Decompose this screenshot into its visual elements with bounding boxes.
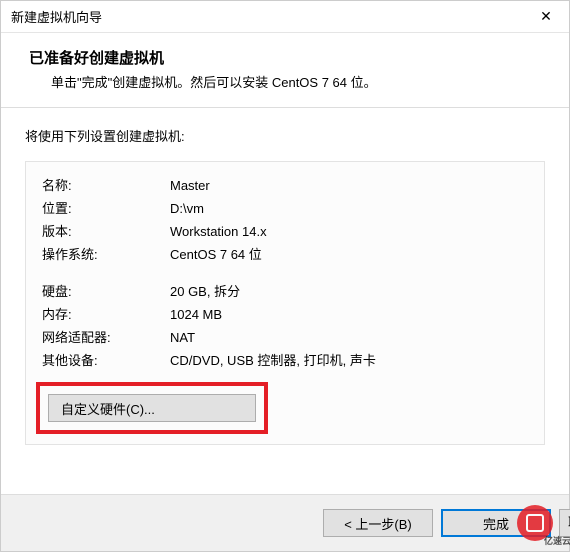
header-section: 已准备好创建虚拟机 单击"完成"创建虚拟机。然后可以安装 CentOS 7 64… <box>1 33 569 107</box>
settings-list-label: 将使用下列设置创建虚拟机: <box>25 126 545 145</box>
content-section: 将使用下列设置创建虚拟机: 名称: Master 位置: D:\vm 版本: W… <box>1 108 569 494</box>
value-os: CentOS 7 64 位 <box>170 245 528 265</box>
value-memory: 1024 MB <box>170 305 528 325</box>
header-title: 已准备好创建虚拟机 <box>29 47 541 68</box>
label-location: 位置: <box>42 199 170 219</box>
row-name: 名称: Master <box>42 176 528 196</box>
header-description: 单击"完成"创建虚拟机。然后可以安装 CentOS 7 64 位。 <box>29 72 541 91</box>
label-disk: 硬盘: <box>42 282 170 302</box>
row-os: 操作系统: CentOS 7 64 位 <box>42 245 528 265</box>
row-version: 版本: Workstation 14.x <box>42 222 528 242</box>
row-other: 其他设备: CD/DVD, USB 控制器, 打印机, 声卡 <box>42 351 528 371</box>
footer: < 上一步(B) 完成 取消 亿速云 <box>1 494 569 551</box>
value-name: Master <box>170 176 528 196</box>
label-network: 网络适配器: <box>42 328 170 348</box>
row-network: 网络适配器: NAT <box>42 328 528 348</box>
window-title: 新建虚拟机向导 <box>11 7 102 26</box>
value-location: D:\vm <box>170 199 528 219</box>
row-location: 位置: D:\vm <box>42 199 528 219</box>
close-icon: ✕ <box>540 8 552 25</box>
label-name: 名称: <box>42 176 170 196</box>
value-disk: 20 GB, 拆分 <box>170 282 528 302</box>
row-disk: 硬盘: 20 GB, 拆分 <box>42 282 528 302</box>
value-version: Workstation 14.x <box>170 222 528 242</box>
label-version: 版本: <box>42 222 170 242</box>
back-button[interactable]: < 上一步(B) <box>323 509 433 537</box>
customize-hardware-button[interactable]: 自定义硬件(C)... <box>48 394 256 422</box>
highlight-annotation: 自定义硬件(C)... <box>36 382 268 434</box>
row-memory: 内存: 1024 MB <box>42 305 528 325</box>
settings-panel: 名称: Master 位置: D:\vm 版本: Workstation 14.… <box>25 161 545 445</box>
finish-button[interactable]: 完成 <box>441 509 551 537</box>
wizard-window: 新建虚拟机向导 ✕ 已准备好创建虚拟机 单击"完成"创建虚拟机。然后可以安装 C… <box>0 0 570 552</box>
label-memory: 内存: <box>42 305 170 325</box>
close-button[interactable]: ✕ <box>523 1 569 33</box>
label-other: 其他设备: <box>42 351 170 371</box>
row-gap <box>42 268 528 282</box>
cancel-button[interactable]: 取消 <box>559 509 570 537</box>
label-os: 操作系统: <box>42 245 170 265</box>
value-network: NAT <box>170 328 528 348</box>
titlebar: 新建虚拟机向导 ✕ <box>1 1 569 33</box>
value-other: CD/DVD, USB 控制器, 打印机, 声卡 <box>170 351 528 371</box>
